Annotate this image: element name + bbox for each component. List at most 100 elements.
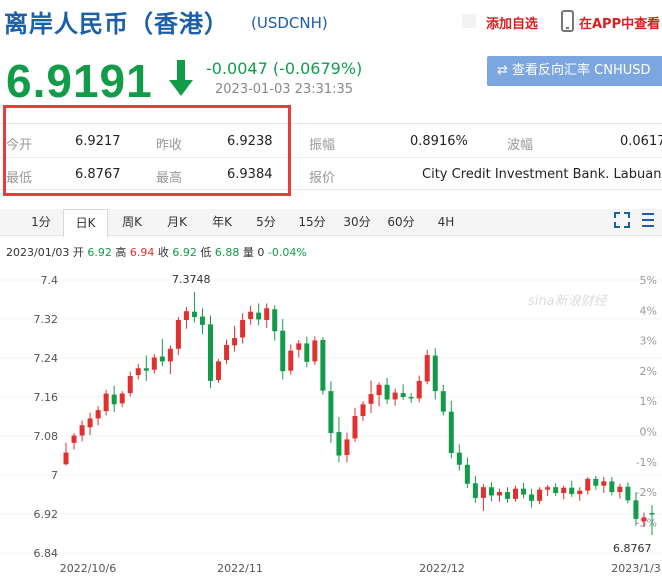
- tab-30min[interactable]: 30分: [341, 209, 373, 236]
- candle-body: [320, 339, 326, 391]
- candle-body: [464, 464, 470, 484]
- pct-tick-label: 2%: [640, 365, 657, 378]
- fullscreen-icon[interactable]: [614, 212, 630, 228]
- pct-tick-label: 5%: [640, 274, 657, 287]
- ohlc-bar: 2023/01/03 开 6.92 高 6.94 收 6.92 低 6.88 量…: [6, 244, 307, 260]
- y-tick-label: 7: [51, 469, 58, 482]
- candle-body: [376, 384, 382, 396]
- candle-body: [633, 500, 639, 519]
- candle-body: [384, 384, 390, 400]
- candle-body: [232, 338, 238, 346]
- candle-body: [119, 393, 125, 404]
- candle-body: [569, 487, 575, 495]
- ohlc-close: 6.92: [172, 246, 197, 259]
- candle-body: [288, 350, 294, 371]
- candle-body: [248, 311, 254, 319]
- candle-body: [617, 486, 623, 493]
- open-in-app-link[interactable]: 在APP中查看: [579, 13, 660, 32]
- candle-body: [456, 452, 462, 465]
- candle-body: [505, 492, 510, 499]
- amplitude-value: 0.8916%: [410, 134, 468, 149]
- ohlc-vol: 0: [257, 246, 265, 259]
- favorite-checkbox[interactable]: [462, 14, 476, 28]
- candle-body: [95, 410, 101, 419]
- y-tick-label: 7.4: [41, 274, 59, 287]
- quoter-value: City Credit Investment Bank. Labuan: [422, 167, 662, 182]
- candle-body: [416, 380, 422, 399]
- candle-body: [448, 411, 454, 454]
- ohlc-open: 6.92: [87, 246, 112, 259]
- candle-body: [71, 435, 77, 443]
- pct-tick-label: 4%: [640, 304, 657, 317]
- tab-monthly-k[interactable]: 月K: [162, 209, 192, 236]
- more-icon[interactable]: [640, 212, 656, 228]
- pct-tick-label: -2%: [636, 486, 657, 499]
- candle-body: [208, 324, 213, 381]
- x-tick-label: 2022/11: [217, 562, 263, 575]
- candle-body: [328, 391, 334, 434]
- candle-body: [352, 416, 358, 439]
- add-favorite-link[interactable]: 添加自选: [486, 13, 538, 32]
- max-price-label: 7.3748: [172, 273, 211, 286]
- candle-body: [272, 309, 278, 332]
- candle-body: [625, 486, 631, 501]
- candle-body: [513, 488, 519, 499]
- candle-body: [609, 481, 615, 493]
- candle-body: [304, 343, 310, 362]
- candle-body: [408, 397, 414, 399]
- tab-5min[interactable]: 5分: [251, 209, 281, 236]
- candle-body: [529, 494, 535, 501]
- ohlc-open-label: 开: [72, 246, 84, 259]
- down-arrow-icon: [169, 60, 193, 96]
- candle-body: [87, 418, 93, 428]
- tab-yearly-k[interactable]: 年K: [207, 209, 237, 236]
- candle-body: [561, 487, 567, 494]
- x-tick-label: 2023/1/3: [611, 562, 660, 575]
- candle-body: [360, 404, 366, 417]
- candle-body: [472, 483, 478, 498]
- tab-60min[interactable]: 60分: [385, 209, 417, 236]
- candle-body: [79, 425, 85, 436]
- ohlc-high-label: 高: [115, 246, 127, 259]
- volatility-label: 波幅: [507, 138, 534, 153]
- y-tick-label: 7.32: [34, 313, 59, 326]
- period-tabs: 1分 日K 周K 月K 年K 5分 15分 30分 60分 4H: [0, 209, 662, 237]
- pct-tick-label: -1%: [636, 456, 657, 469]
- pct-tick-label: 1%: [640, 395, 657, 408]
- candle-body: [256, 312, 262, 320]
- candle-body: [151, 357, 157, 370]
- symbol-code: (USDCNH): [251, 14, 328, 32]
- candle-body: [216, 361, 222, 380]
- highlight-box: [3, 105, 291, 196]
- candle-body: [264, 308, 270, 320]
- tab-4h[interactable]: 4H: [432, 209, 460, 236]
- candle-body: [63, 452, 69, 465]
- candle-body: [111, 394, 117, 405]
- candle-body: [191, 311, 197, 318]
- candle-body: [440, 391, 446, 412]
- candlestick-chart[interactable]: 7.4 7.32 7.24 7.16 7.08 7 6.92 6.84 5% 4% 3% 2% 1% 0%…: [0, 263, 662, 577]
- y-tick-label: 6.84: [34, 547, 59, 560]
- ohlc-vol-label: 量: [242, 246, 254, 259]
- amplitude-label: 振幅: [309, 138, 336, 153]
- candle-body: [368, 394, 374, 404]
- tab-daily-k[interactable]: 日K: [63, 209, 108, 237]
- candle-body: [577, 490, 583, 495]
- candle-body: [601, 481, 607, 486]
- reverse-rate-button[interactable]: ⇄ 查看反向汇率 CNHUSD: [487, 56, 662, 86]
- tab-weekly-k[interactable]: 周K: [117, 209, 147, 236]
- candle-body: [135, 368, 141, 376]
- tab-15min[interactable]: 15分: [296, 209, 328, 236]
- candle-body: [344, 439, 350, 456]
- candle-body: [103, 393, 109, 412]
- x-tick-label: 2022/12: [419, 562, 465, 575]
- candle-body: [392, 392, 398, 400]
- candle-body: [312, 340, 318, 362]
- ohlc-pct: -0.04%: [267, 246, 307, 259]
- pct-tick-label: 3%: [640, 335, 657, 348]
- candle-body: [585, 478, 591, 491]
- candle-body: [593, 478, 599, 486]
- candle-body: [400, 393, 406, 397]
- tab-1min[interactable]: 1分: [27, 209, 55, 236]
- candle-body: [183, 311, 189, 320]
